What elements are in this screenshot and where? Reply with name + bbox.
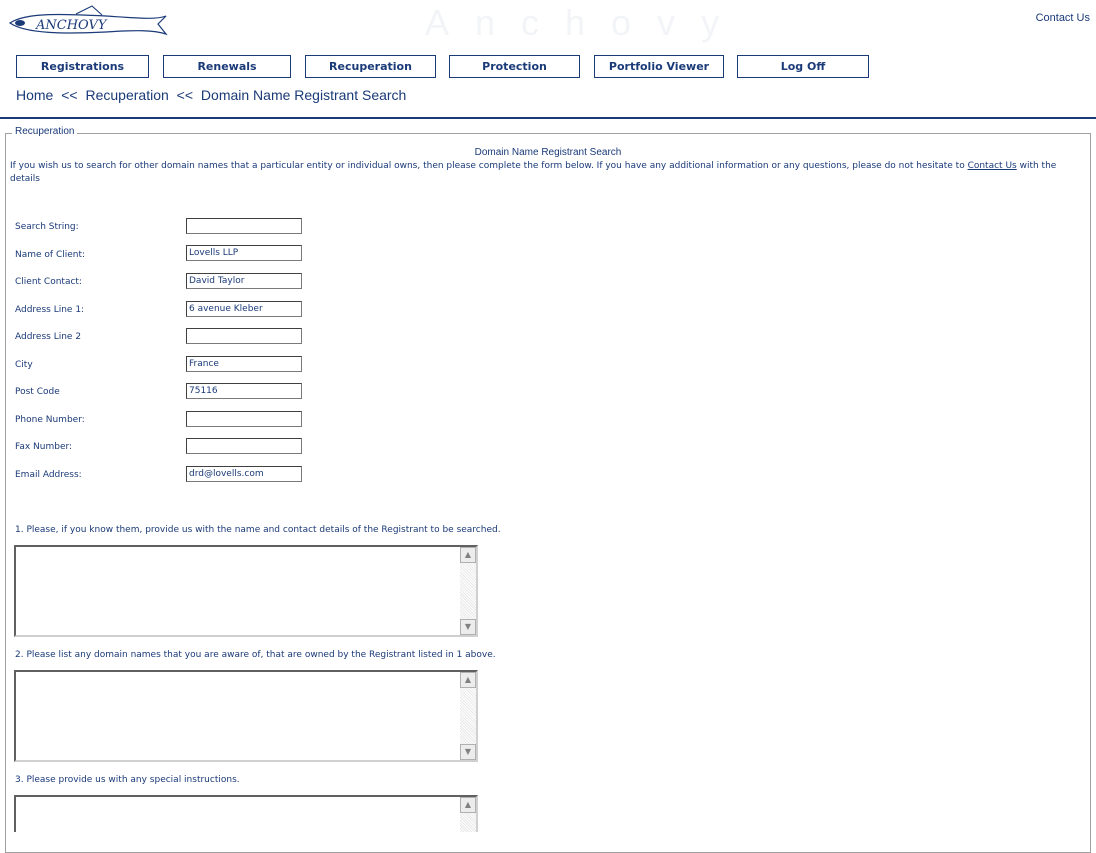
question-2-textarea[interactable]: ▲ ▼ xyxy=(14,670,478,762)
logo-text: ANCHOVY xyxy=(35,18,108,33)
form-title: Domain Name Registrant Search xyxy=(474,147,622,158)
watermark-text: Anchovy xyxy=(425,2,746,43)
fax-number-input[interactable] xyxy=(186,438,302,454)
search-string-input[interactable] xyxy=(186,218,302,234)
email-address-input[interactable]: drd@lovells.com xyxy=(186,466,302,482)
fax-number-label: Fax Number: xyxy=(15,442,73,452)
address-line-2-input[interactable] xyxy=(186,328,302,344)
nav-portfolio-viewer-button[interactable]: Portfolio Viewer xyxy=(594,55,724,78)
address-line-1-label: Address Line 1: xyxy=(15,305,85,315)
name-of-client-input[interactable]: Lovells LLP xyxy=(186,245,302,261)
scroll-up-icon[interactable]: ▲ xyxy=(460,547,476,563)
intro-text-before: If you wish us to search for other domai… xyxy=(10,161,968,171)
breadcrumb-current-page: Domain Name Registrant Search xyxy=(200,87,407,103)
question-3-textarea[interactable]: ▲ xyxy=(14,795,478,832)
phone-number-label: Phone Number: xyxy=(15,415,85,425)
breadcrumb-separator: << xyxy=(61,87,78,103)
client-contact-label: Client Contact: xyxy=(15,277,82,287)
scroll-down-icon[interactable]: ▼ xyxy=(460,744,476,760)
address-line-1-input[interactable]: 6 avenue Kleber xyxy=(186,301,302,317)
breadcrumb-recuperation-link[interactable]: Recuperation xyxy=(86,87,169,103)
name-of-client-label: Name of Client: xyxy=(15,250,86,260)
fish-logo-icon: ANCHOVY xyxy=(8,5,168,36)
intro-contact-us-link[interactable]: Contact Us xyxy=(968,161,1017,171)
phone-number-input[interactable] xyxy=(186,411,302,427)
nav-protection-button[interactable]: Protection xyxy=(449,55,580,78)
search-string-label: Search String: xyxy=(15,222,79,232)
client-contact-input[interactable]: David Taylor xyxy=(186,273,302,289)
nav-recuperation-button[interactable]: Recuperation xyxy=(305,55,436,78)
nav-log-off-button[interactable]: Log Off xyxy=(737,55,869,78)
question-2-label: 2. Please list any domain names that you… xyxy=(15,650,496,660)
header-divider xyxy=(0,117,1096,119)
nav-registrations-button[interactable]: Registrations xyxy=(16,55,149,78)
email-address-label: Email Address: xyxy=(15,470,82,480)
anchovy-logo[interactable]: ANCHOVY xyxy=(6,4,176,40)
scroll-down-icon[interactable]: ▼ xyxy=(460,619,476,635)
breadcrumb-home-link[interactable]: Home xyxy=(16,87,53,103)
fieldset-legend: Recuperation xyxy=(12,126,78,137)
nav-renewals-button[interactable]: Renewals xyxy=(163,55,291,78)
address-line-2-label: Address Line 2 xyxy=(15,332,82,342)
contact-us-link[interactable]: Contact Us xyxy=(1036,12,1090,24)
breadcrumb: Home << Recuperation << Domain Name Regi… xyxy=(16,87,410,103)
question-1-label: 1. Please, if you know them, provide us … xyxy=(15,525,501,535)
breadcrumb-separator: << xyxy=(176,87,194,103)
scroll-up-icon[interactable]: ▲ xyxy=(460,797,476,813)
post-code-input[interactable]: 75116 xyxy=(186,383,302,399)
post-code-label: Post Code xyxy=(15,387,60,397)
question-3-label: 3. Please provide us with any special in… xyxy=(15,775,240,785)
city-input[interactable]: France xyxy=(186,356,302,372)
scroll-up-icon[interactable]: ▲ xyxy=(460,672,476,688)
intro-text: If you wish us to search for other domai… xyxy=(10,160,1085,186)
city-label: City xyxy=(15,360,33,370)
question-1-textarea[interactable]: ▲ ▼ xyxy=(14,545,478,637)
